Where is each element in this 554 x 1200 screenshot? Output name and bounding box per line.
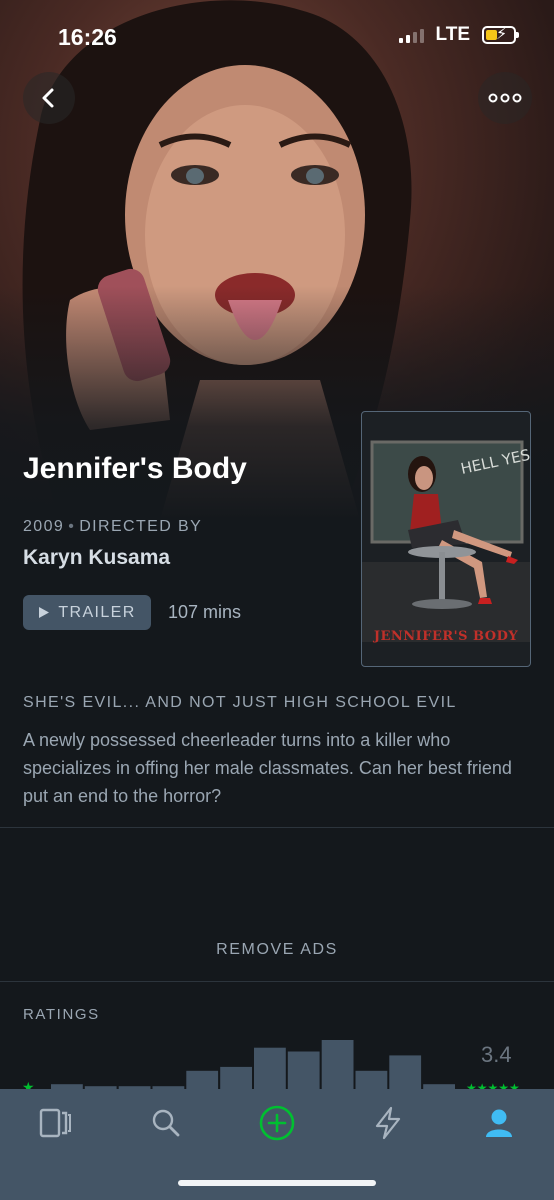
profile-icon — [486, 1109, 512, 1137]
status-bar: 16:26 LTE ⚡ — [0, 0, 554, 72]
charging-icon: ⚡ — [496, 26, 508, 43]
histogram-bar[interactable] — [287, 1051, 320, 1091]
average-rating[interactable]: 3.4 — [481, 1042, 512, 1068]
directed-by-label: DIRECTED BY — [79, 518, 203, 535]
histogram-bar[interactable] — [355, 1070, 388, 1090]
add-icon — [259, 1105, 295, 1141]
director-link[interactable]: Karyn Kusama — [23, 546, 170, 570]
film-title: Jennifer's Body — [23, 452, 247, 485]
remove-ads-link[interactable]: REMOVE ADS — [0, 941, 554, 959]
tab-activity[interactable] — [360, 1103, 416, 1143]
status-time: 16:26 — [58, 24, 117, 50]
back-button[interactable] — [23, 72, 75, 124]
ratings-heading: RATINGS — [23, 1006, 100, 1023]
ellipsis-icon — [488, 93, 522, 103]
search-icon — [152, 1109, 180, 1137]
ratings-histogram[interactable]: ★ ★★★★★ — [0, 1030, 554, 1090]
runtime: 107 mins — [168, 602, 242, 622]
film-detail-screen: 16:26 LTE ⚡ Jennifer's Body 2009 • DIREC… — [0, 0, 554, 1200]
film-tagline: SHE'S EVIL... AND NOT JUST HIGH SCHOOL E… — [23, 694, 457, 711]
tab-profile[interactable] — [471, 1103, 527, 1143]
tab-add[interactable] — [249, 1103, 305, 1143]
more-options-button[interactable] — [478, 72, 532, 124]
film-meta: 2009 • DIRECTED BY — [23, 518, 202, 536]
battery-icon: ⚡ — [482, 26, 519, 44]
status-indicators: LTE ⚡ — [398, 24, 519, 46]
trailer-button[interactable]: TRAILER — [23, 595, 151, 630]
histogram-bar[interactable] — [321, 1040, 354, 1090]
films-icon — [39, 1108, 71, 1138]
meta-separator: • — [68, 518, 76, 535]
network-type: LTE — [435, 24, 470, 45]
film-poster[interactable]: HELL YES! JENNIFER'S BODY — [361, 411, 531, 667]
home-indicator — [178, 1180, 376, 1186]
signal-strength-icon — [398, 27, 424, 43]
histogram-bar[interactable] — [389, 1055, 422, 1090]
histogram-bar[interactable] — [220, 1066, 252, 1090]
film-synopsis[interactable]: A newly possessed cheerleader turns into… — [23, 726, 533, 810]
chevron-left-icon — [42, 88, 54, 108]
section-divider — [0, 981, 554, 982]
section-divider — [0, 827, 554, 828]
histogram-bar[interactable] — [186, 1070, 219, 1090]
play-icon — [39, 607, 50, 618]
trailer-label: TRAILER — [58, 603, 136, 621]
tab-films[interactable] — [27, 1103, 83, 1143]
lightning-icon — [375, 1106, 401, 1140]
film-year[interactable]: 2009 — [23, 518, 64, 535]
poster-title: JENNIFER'S BODY — [373, 629, 519, 644]
tab-search[interactable] — [138, 1103, 194, 1143]
histogram-bar[interactable] — [254, 1047, 286, 1090]
